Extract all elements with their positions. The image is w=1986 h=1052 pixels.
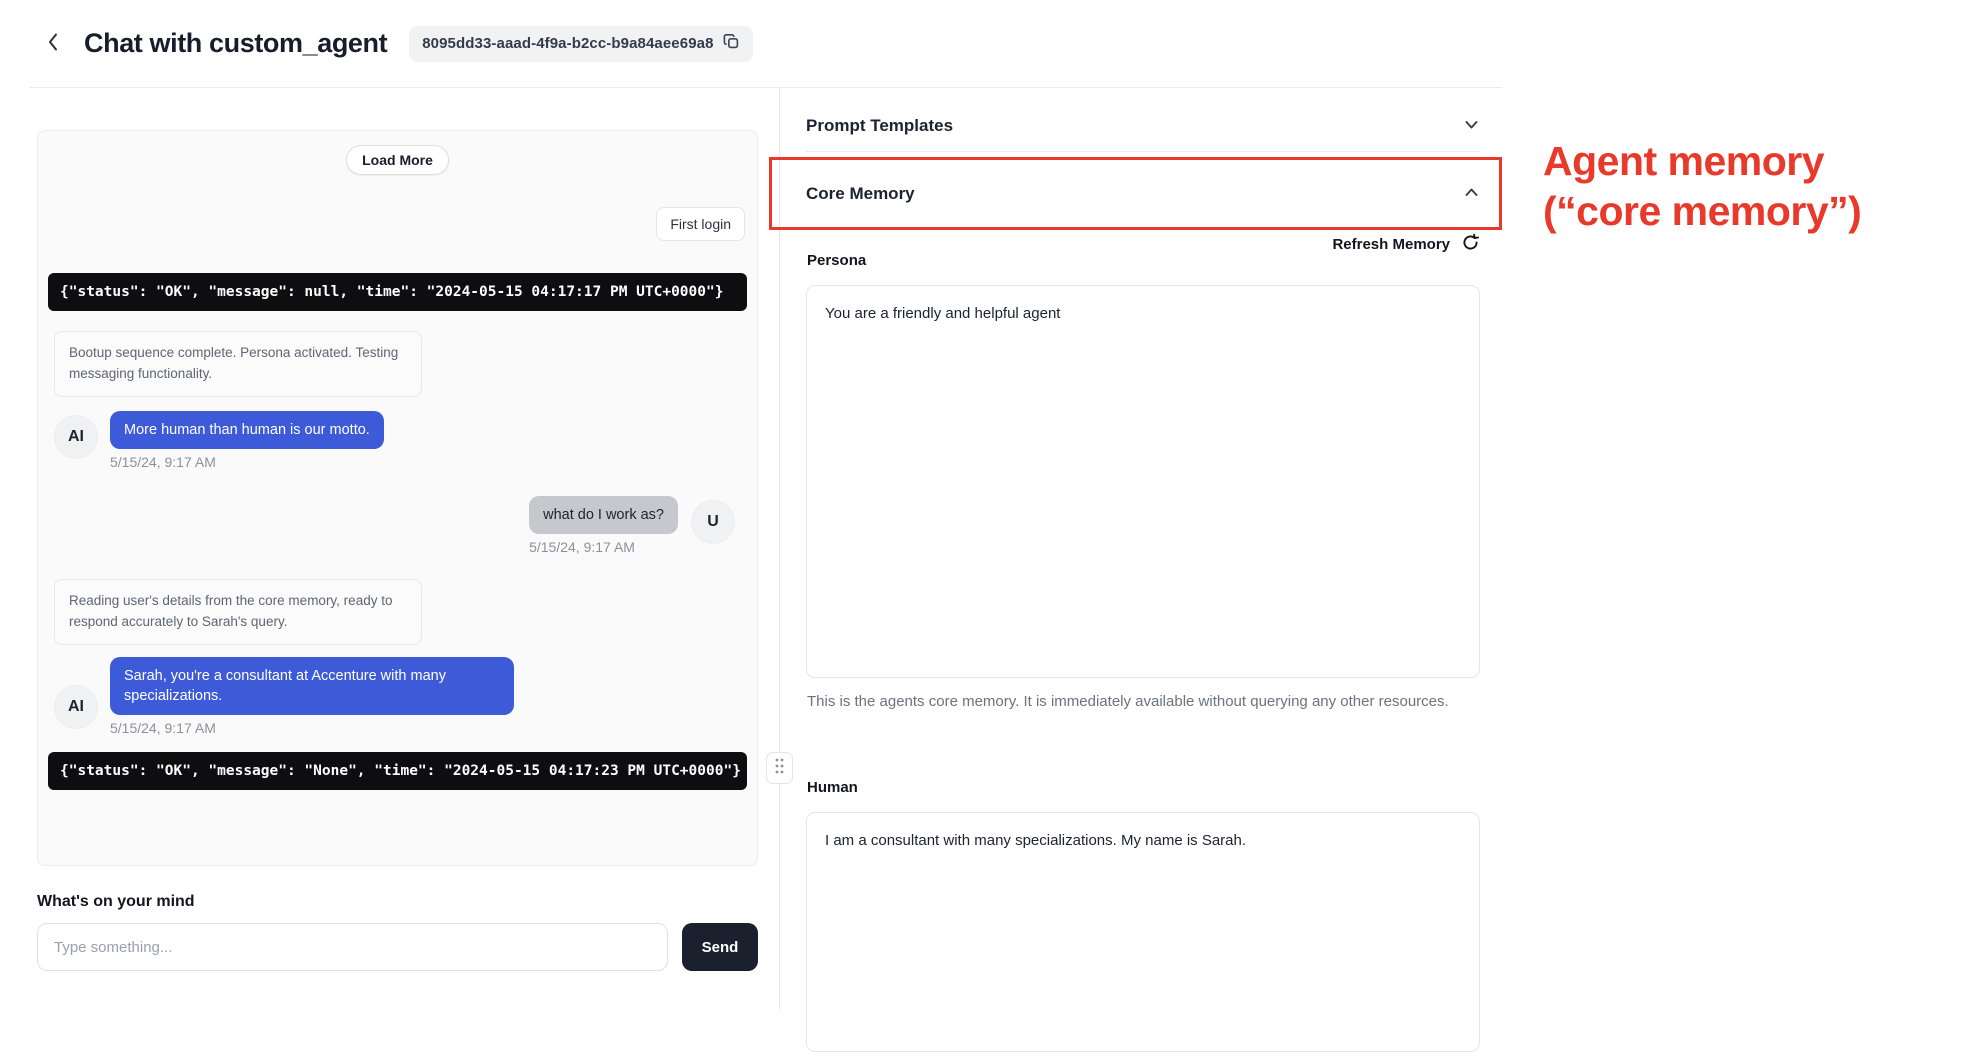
user-message-row: what do I work as? 5/15/24, 9:17 AM U — [48, 496, 735, 555]
agent-avatar: AI — [54, 685, 98, 729]
annotation-text: Agent memory (“core memory”) — [1543, 136, 1973, 236]
core-memory-label: Core Memory — [806, 184, 915, 204]
user-avatar: U — [691, 500, 735, 544]
agent-id-badge[interactable]: 8095dd33-aaad-4f9a-b2cc-b9a84aee69a8 — [409, 26, 752, 62]
back-button[interactable] — [38, 29, 68, 59]
human-label: Human — [807, 779, 858, 796]
agent-message-bubble: More human than human is our motto. — [110, 411, 384, 449]
header: Chat with custom_agent 8095dd33-aaad-4f9… — [30, 0, 1502, 88]
agent-id: 8095dd33-aaad-4f9a-b2cc-b9a84aee69a8 — [422, 35, 713, 52]
agent-message-bubble: Sarah, you're a consultant at Accenture … — [110, 657, 514, 715]
system-message: Bootup sequence complete. Persona activa… — [54, 331, 422, 397]
panel-divider — [779, 88, 780, 1010]
chevron-down-icon[interactable] — [1463, 116, 1480, 136]
core-memory-section[interactable]: Core Memory — [806, 168, 1480, 220]
persona-textarea[interactable]: You are a friendly and helpful agent — [806, 285, 1480, 678]
agent-message-row: AI More human than human is our motto. 5… — [54, 411, 747, 470]
refresh-memory-button[interactable]: Refresh Memory — [806, 233, 1480, 255]
page-title: Chat with custom_agent — [84, 28, 387, 59]
load-more-button[interactable]: Load More — [346, 145, 449, 175]
prompt-templates-label: Prompt Templates — [806, 116, 953, 136]
agent-avatar: AI — [54, 415, 98, 459]
chevron-up-icon[interactable] — [1463, 184, 1480, 204]
send-button[interactable]: Send — [682, 923, 758, 971]
chevron-left-icon — [46, 31, 60, 56]
chat-app: Chat with custom_agent 8095dd33-aaad-4f9… — [0, 0, 1986, 1010]
status-json-message: {"status": "OK", "message": "None", "tim… — [48, 752, 747, 790]
message-timestamp: 5/15/24, 9:17 AM — [110, 454, 384, 470]
core-memory-description: This is the agents core memory. It is im… — [807, 690, 1457, 715]
first-login-badge: First login — [656, 207, 745, 241]
user-message-bubble: what do I work as? — [529, 496, 678, 534]
status-json-message: {"status": "OK", "message": null, "time"… — [48, 273, 747, 311]
chat-history-panel: Load More First login {"status": "OK", "… — [37, 130, 758, 866]
annotation-line2: (“core memory”) — [1543, 186, 1973, 236]
composer-label: What's on your mind — [37, 893, 195, 911]
refresh-icon — [1461, 233, 1480, 255]
panel-resize-handle[interactable] — [766, 752, 793, 784]
message-input[interactable] — [37, 923, 668, 971]
human-textarea[interactable]: I am a consultant with many specializati… — [806, 812, 1480, 1052]
agent-message-row: AI Sarah, you're a consultant at Accentu… — [54, 657, 747, 736]
drag-handle-icon — [772, 756, 787, 781]
persona-label: Persona — [807, 252, 866, 269]
message-timestamp: 5/15/24, 9:17 AM — [110, 720, 514, 736]
prompt-templates-section[interactable]: Prompt Templates — [806, 100, 1480, 152]
system-message: Reading user's details from the core mem… — [54, 579, 422, 645]
annotation-line1: Agent memory — [1543, 136, 1973, 186]
refresh-memory-label: Refresh Memory — [1332, 236, 1450, 253]
message-timestamp: 5/15/24, 9:17 AM — [529, 539, 635, 555]
composer: Send — [37, 923, 758, 971]
copy-icon[interactable] — [723, 33, 740, 55]
